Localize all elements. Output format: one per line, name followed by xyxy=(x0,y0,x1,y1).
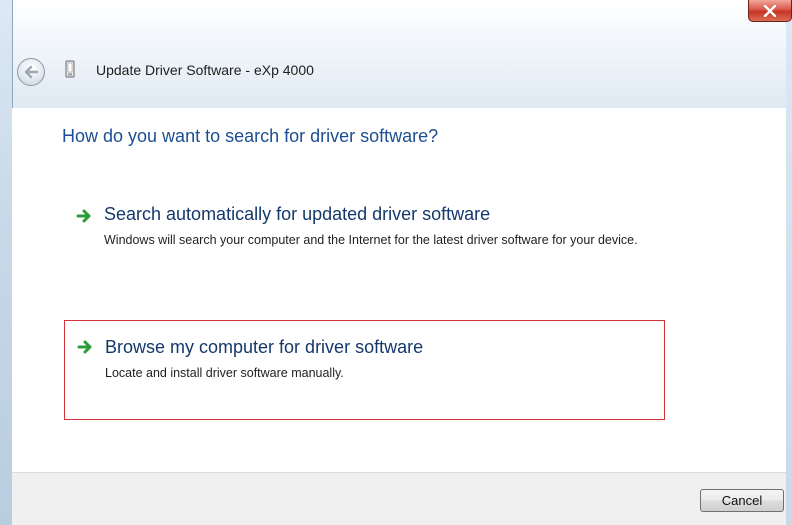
green-arrow-icon xyxy=(76,209,91,223)
page-heading: How do you want to search for driver sof… xyxy=(62,126,439,146)
device-icon xyxy=(65,60,75,78)
dialog-footer xyxy=(12,472,786,525)
title-bar xyxy=(0,0,792,108)
window-title: Update Driver Software - eXp 4000 xyxy=(96,62,314,78)
close-icon xyxy=(763,4,777,17)
close-button[interactable] xyxy=(748,0,792,22)
back-button[interactable] xyxy=(17,58,45,86)
cancel-button[interactable]: Cancel xyxy=(700,489,784,512)
option-description: Windows will search your computer and th… xyxy=(104,233,638,247)
window-frame-right xyxy=(786,0,792,525)
option-title: Search automatically for updated driver … xyxy=(104,204,491,224)
back-arrow-icon xyxy=(24,65,39,79)
option-description: Locate and install driver software manua… xyxy=(105,366,344,380)
browse-computer-option[interactable]: Browse my computer for driver software L… xyxy=(64,320,665,420)
search-automatically-option[interactable]: Search automatically for updated driver … xyxy=(64,190,665,274)
green-arrow-icon xyxy=(77,340,92,354)
option-title: Browse my computer for driver software xyxy=(105,337,424,357)
update-driver-window: Update Driver Software - eXp 4000 How do… xyxy=(0,0,792,525)
